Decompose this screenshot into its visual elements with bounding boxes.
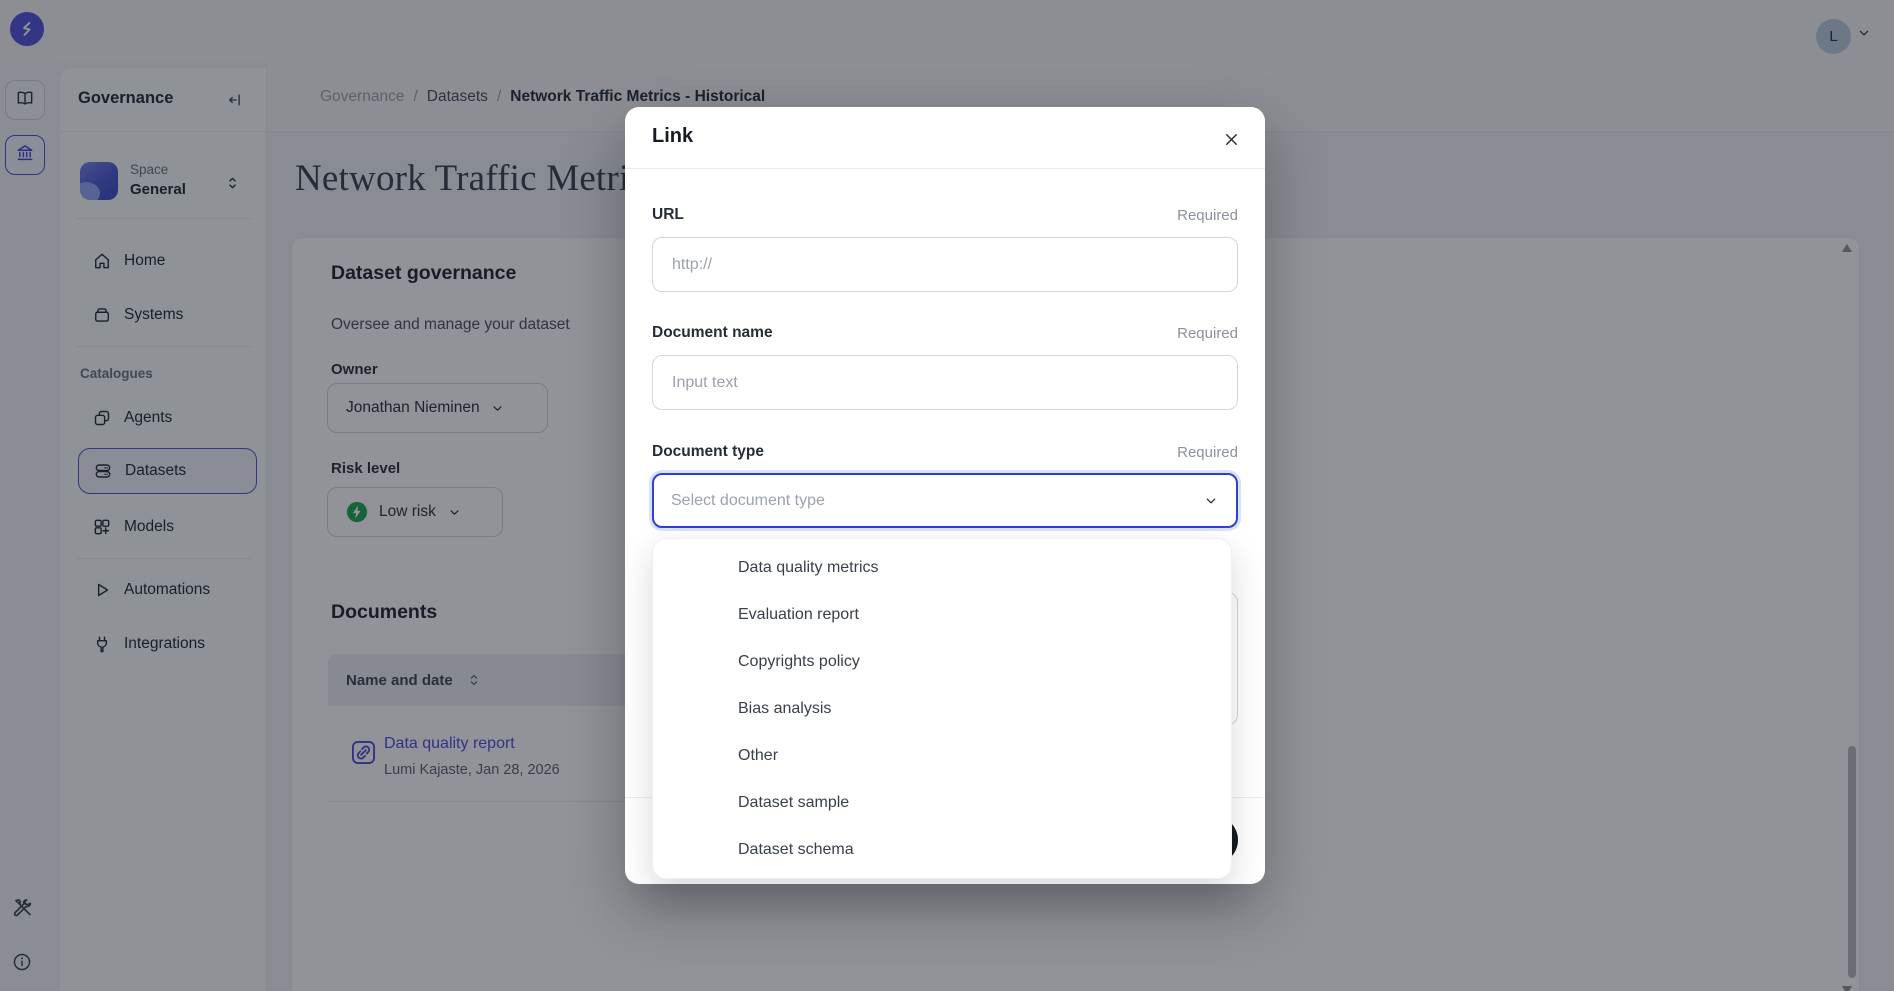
url-input[interactable]	[652, 237, 1238, 292]
required-badge: Required	[1177, 207, 1238, 224]
chevron-down-icon	[1203, 493, 1219, 509]
modal-title: Link	[652, 125, 693, 148]
document-type-select[interactable]: Select document type	[652, 473, 1238, 528]
close-icon[interactable]	[1219, 127, 1243, 151]
url-field-header: URL Required	[652, 205, 1238, 225]
document-type-label: Document type	[652, 443, 764, 461]
document-name-input[interactable]	[652, 355, 1238, 410]
app-window: L Governance Space General	[0, 0, 1894, 991]
modal-header: Link	[625, 107, 1265, 169]
required-badge: Required	[1177, 444, 1238, 461]
document-name-label: Document name	[652, 324, 773, 342]
url-label: URL	[652, 206, 684, 224]
dropdown-option[interactable]: Evaluation report	[653, 591, 1231, 638]
document-name-field-header: Document name Required	[652, 323, 1238, 343]
dropdown-option[interactable]: Data quality metrics	[653, 544, 1231, 591]
document-type-field-header: Document type Required	[652, 442, 1238, 462]
document-type-dropdown: Data quality metrics Evaluation report C…	[652, 538, 1232, 879]
document-type-placeholder: Select document type	[671, 492, 825, 510]
dropdown-option[interactable]: Bias analysis	[653, 685, 1231, 732]
required-badge: Required	[1177, 325, 1238, 342]
dropdown-option[interactable]: Dataset sample	[653, 779, 1231, 826]
dropdown-option[interactable]: Copyrights policy	[653, 638, 1231, 685]
dropdown-option[interactable]: Other	[653, 732, 1231, 779]
dropdown-option[interactable]: Dataset schema	[653, 826, 1231, 873]
